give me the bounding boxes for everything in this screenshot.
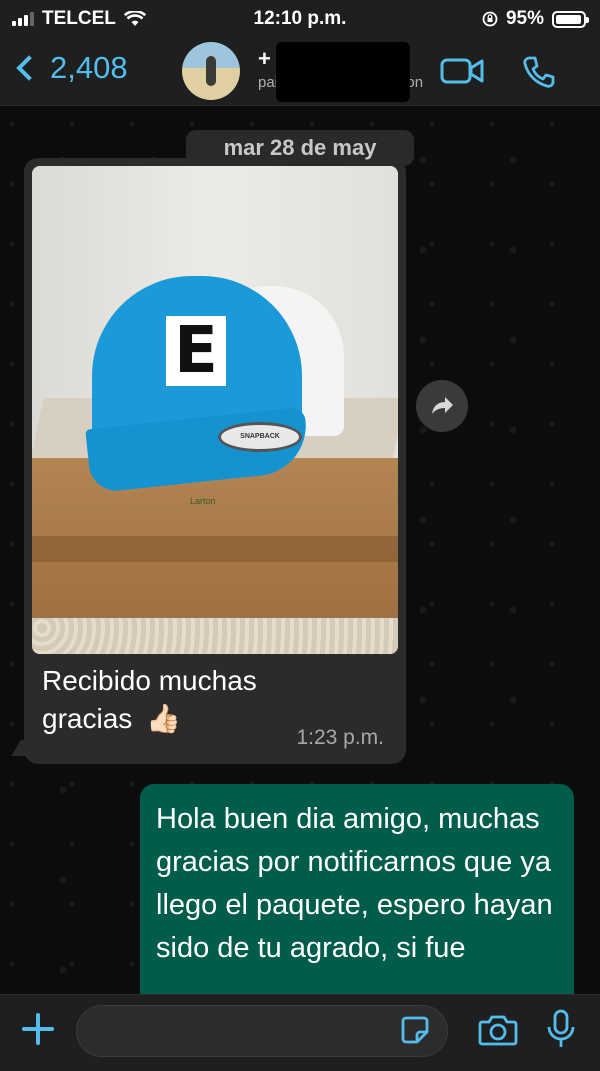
forward-icon <box>432 397 453 414</box>
camera-icon[interactable] <box>478 1013 518 1047</box>
input-bar <box>0 994 600 1071</box>
outgoing-message[interactable]: Hola buen dia amigo, muchas gracias por … <box>140 784 574 994</box>
cap-patch: SNAPBACK <box>218 422 302 452</box>
redaction-block <box>276 42 410 102</box>
chat-area[interactable]: Larton E SNAPBACK Recibido muchas gracia… <box>0 106 600 994</box>
date-separator: mar 28 de may <box>186 130 414 166</box>
status-bar: TELCEL 12:10 p.m. 95% <box>0 0 600 38</box>
cap-letter: E <box>166 316 226 386</box>
back-button[interactable]: 2,408 <box>12 50 128 86</box>
orientation-lock-icon <box>482 11 498 27</box>
photo-box-tape <box>32 536 398 562</box>
sticker-icon[interactable] <box>400 1015 430 1045</box>
unread-count: 2,408 <box>50 50 128 85</box>
avatar[interactable] <box>182 42 240 100</box>
message-photo[interactable]: Larton E SNAPBACK <box>32 166 398 654</box>
battery-icon <box>552 10 589 28</box>
phone-icon[interactable] <box>522 55 556 89</box>
battery-percent: 95% <box>505 8 544 29</box>
photo-box-label: Larton <box>190 496 216 506</box>
attach-button[interactable] <box>20 1011 56 1047</box>
outgoing-message-text: Hola buen dia amigo, muchas gracias por … <box>156 803 553 964</box>
chat-header: 2,408 + pai on <box>0 38 600 106</box>
incoming-message[interactable]: Larton E SNAPBACK Recibido muchas gracia… <box>24 158 406 764</box>
forward-button[interactable] <box>416 380 468 432</box>
chevron-left-icon <box>16 55 42 81</box>
thumbs-up-emoji: 👍🏻 <box>146 703 181 734</box>
video-call-icon[interactable] <box>440 55 484 87</box>
incoming-message-time: 1:23 p.m. <box>296 726 384 749</box>
microphone-icon[interactable] <box>546 1009 576 1051</box>
message-input[interactable] <box>76 1005 448 1057</box>
battery-group: 95% <box>482 8 589 30</box>
photo-doily <box>32 618 398 654</box>
contact-name[interactable]: + <box>258 46 271 72</box>
battery-fill <box>556 14 581 24</box>
